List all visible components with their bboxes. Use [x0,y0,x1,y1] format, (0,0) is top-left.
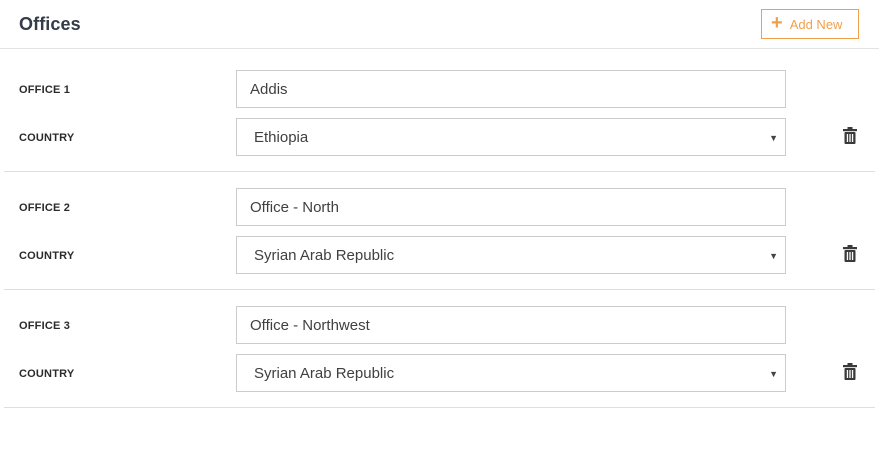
office-label: OFFICE 3 [19,320,71,332]
office-row-2: OFFICE 2 Office - North COUNTRY Syrian A… [4,172,875,290]
page-title: Offices [19,14,81,34]
country-select[interactable]: Syrian Arab Republic ▼ [236,236,786,274]
offices-panel: Offices + Add New OFFICE 1 Addis COUNTRY… [0,0,879,461]
caret-down-icon: ▼ [769,369,778,379]
country-select[interactable]: Ethiopia ▼ [236,118,786,156]
country-label: COUNTRY [19,368,75,380]
panel-header: Offices + Add New [0,0,879,49]
plus-icon: + [771,12,783,34]
office-label: OFFICE 1 [19,84,71,96]
office-row-1: OFFICE 1 Addis COUNTRY Ethiopia ▼ [4,54,875,172]
country-select-value: Ethiopia [254,128,309,146]
trash-icon[interactable] [843,363,857,380]
caret-down-icon: ▼ [769,133,778,143]
country-label: COUNTRY [19,250,75,262]
caret-down-icon: ▼ [769,251,778,261]
trash-icon[interactable] [843,245,857,262]
office-name-input[interactable]: Office - North [236,188,786,226]
add-new-button[interactable]: + Add New [761,9,859,39]
office-name-input[interactable]: Addis [236,70,786,108]
country-select[interactable]: Syrian Arab Republic ▼ [236,354,786,392]
country-label: COUNTRY [19,132,75,144]
add-new-label: Add New [789,16,843,32]
office-label: OFFICE 2 [19,202,71,214]
office-name-input[interactable]: Office - Northwest [236,306,786,344]
country-select-value: Syrian Arab Republic [254,364,395,382]
office-row-3: OFFICE 3 Office - Northwest COUNTRY Syri… [4,290,875,408]
country-select-value: Syrian Arab Republic [254,246,395,264]
trash-icon[interactable] [843,127,857,144]
